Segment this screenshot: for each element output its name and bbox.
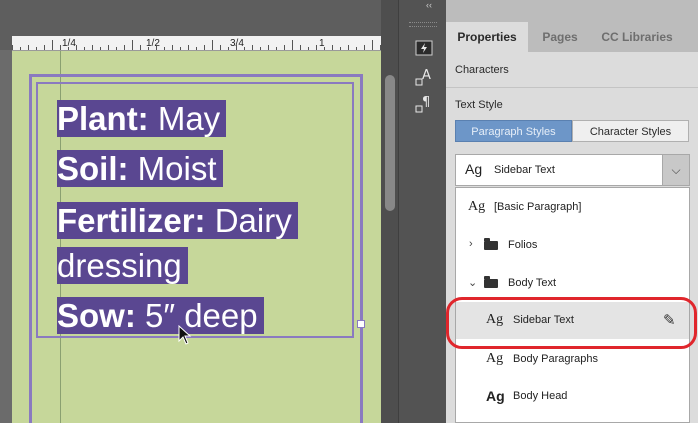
- ruler-tick: [172, 45, 173, 50]
- text-line-fertilizer[interactable]: Fertilizer: Dairy: [57, 199, 298, 242]
- ruler-tick: [188, 45, 189, 50]
- vertical-scrollbar[interactable]: [381, 0, 398, 423]
- text-line-sow[interactable]: Sow: 5″ deep: [57, 294, 264, 337]
- document-canvas[interactable]: 1/4 1/2 3/4 1 Plant: May Soil: Moist Fer…: [0, 0, 398, 423]
- style-dropdown[interactable]: Ag Sidebar Text ⌵: [455, 154, 690, 186]
- paragraph-styles-button[interactable]: Paragraph Styles: [455, 120, 572, 142]
- ruler-tick: [252, 45, 253, 50]
- ruler-tick: [292, 40, 293, 50]
- ruler-tick: [92, 45, 93, 50]
- properties-panel: Properties Pages CC Libraries Characters…: [446, 0, 698, 423]
- list-item-folios[interactable]: › Folios: [456, 227, 689, 264]
- ruler-tick: [148, 47, 149, 50]
- folder-icon: [484, 276, 498, 288]
- ruler-tick: [68, 47, 69, 50]
- dropdown-value: Sidebar Text: [494, 164, 555, 176]
- panel-icon-strip: ‹‹ A ¶: [398, 0, 448, 423]
- ruler-tick: [116, 47, 117, 50]
- tab-properties[interactable]: Properties: [446, 22, 528, 52]
- ag-icon: Ag: [486, 388, 505, 404]
- list-item-label: Body Text: [508, 277, 557, 289]
- ruler-tick: [372, 40, 373, 50]
- list-item-label: Folios: [508, 239, 538, 251]
- ag-icon: Ag: [468, 199, 486, 214]
- ruler-tick: [36, 47, 37, 50]
- list-item-body-head[interactable]: Ag Body Head: [456, 378, 689, 415]
- characters-label[interactable]: Characters: [455, 64, 509, 76]
- ruler-tick: [132, 40, 133, 50]
- ruler-tick: [76, 45, 77, 50]
- ruler-tick: [180, 47, 181, 50]
- ruler-tick: [164, 47, 165, 50]
- divider: [446, 87, 698, 88]
- chevron-down-icon[interactable]: ⌵: [662, 155, 689, 185]
- ruler-tick: [308, 47, 309, 50]
- ruler-tick: [52, 40, 53, 50]
- svg-text:¶: ¶: [422, 95, 430, 110]
- collapse-icon[interactable]: ‹‹: [426, 0, 432, 10]
- ruler-tick: [60, 45, 61, 50]
- ruler-tick: [244, 47, 245, 50]
- ruler-tick: [316, 45, 317, 50]
- list-item-basic-paragraph[interactable]: Ag [Basic Paragraph]: [456, 189, 689, 226]
- ruler-tick: [28, 45, 29, 50]
- frame-handle[interactable]: [357, 320, 365, 328]
- lightning-panel-icon[interactable]: [413, 40, 435, 62]
- folder-icon: [484, 238, 498, 250]
- ruler-tick: [100, 47, 101, 50]
- highlight-callout: [446, 297, 697, 349]
- ruler-tick: [364, 45, 365, 50]
- ruler-tick: [284, 45, 285, 50]
- ruler-tick: [140, 45, 141, 50]
- ruler-tick: [324, 47, 325, 50]
- chevron-down-icon[interactable]: ⌄: [468, 276, 477, 289]
- pointer-cursor-icon: [178, 324, 192, 350]
- ruler-tick: [124, 45, 125, 50]
- ruler-tick: [220, 45, 221, 50]
- chevron-right-icon[interactable]: ›: [469, 238, 473, 250]
- ruler-tick: [260, 47, 261, 50]
- tab-cc-libraries[interactable]: CC Libraries: [590, 22, 684, 52]
- ag-icon: Ag: [465, 161, 483, 177]
- ruler-tick: [340, 47, 341, 50]
- ruler-tick: [348, 45, 349, 50]
- ruler-tick: [156, 45, 157, 50]
- ruler-tick: [196, 47, 197, 50]
- character-styles-icon[interactable]: A: [413, 67, 435, 89]
- list-item-label: Body Head: [513, 390, 568, 402]
- ruler-tick: [268, 45, 269, 50]
- ruler-tick: [108, 45, 109, 50]
- panel-tabs: Properties Pages CC Libraries: [446, 0, 698, 52]
- ruler-tick: [332, 45, 333, 50]
- list-item-label: Body Paragraphs: [513, 353, 598, 365]
- svg-text:A: A: [422, 68, 431, 83]
- ruler-tick: [228, 47, 229, 50]
- ruler-tick: [44, 45, 45, 50]
- scrollbar-thumb[interactable]: [385, 75, 395, 211]
- ruler-tick: [300, 45, 301, 50]
- text-style-label: Text Style: [455, 99, 503, 111]
- tab-pages[interactable]: Pages: [534, 22, 586, 52]
- ruler-tick: [236, 45, 237, 50]
- paragraph-styles-icon[interactable]: ¶: [413, 94, 435, 116]
- ruler-tick: [356, 47, 357, 50]
- ruler-tick: [276, 47, 277, 50]
- text-line-soil[interactable]: Soil: Moist: [57, 147, 223, 190]
- ruler-tick: [204, 45, 205, 50]
- ruler-tick: [84, 47, 85, 50]
- ruler-tick: [12, 45, 13, 50]
- ag-icon: Ag: [486, 351, 504, 366]
- text-line-dressing[interactable]: dressing: [57, 244, 188, 287]
- text-line-plant[interactable]: Plant: May: [57, 97, 227, 140]
- grip-icon[interactable]: [409, 22, 437, 27]
- list-item-label: [Basic Paragraph]: [494, 201, 582, 213]
- ruler-strip: 1/4 1/2 3/4 1: [12, 36, 398, 51]
- ruler-tick: [212, 40, 213, 50]
- horizontal-ruler: 1/4 1/2 3/4 1: [0, 0, 398, 51]
- ruler-tick: [20, 47, 21, 50]
- character-styles-button[interactable]: Character Styles: [572, 120, 689, 142]
